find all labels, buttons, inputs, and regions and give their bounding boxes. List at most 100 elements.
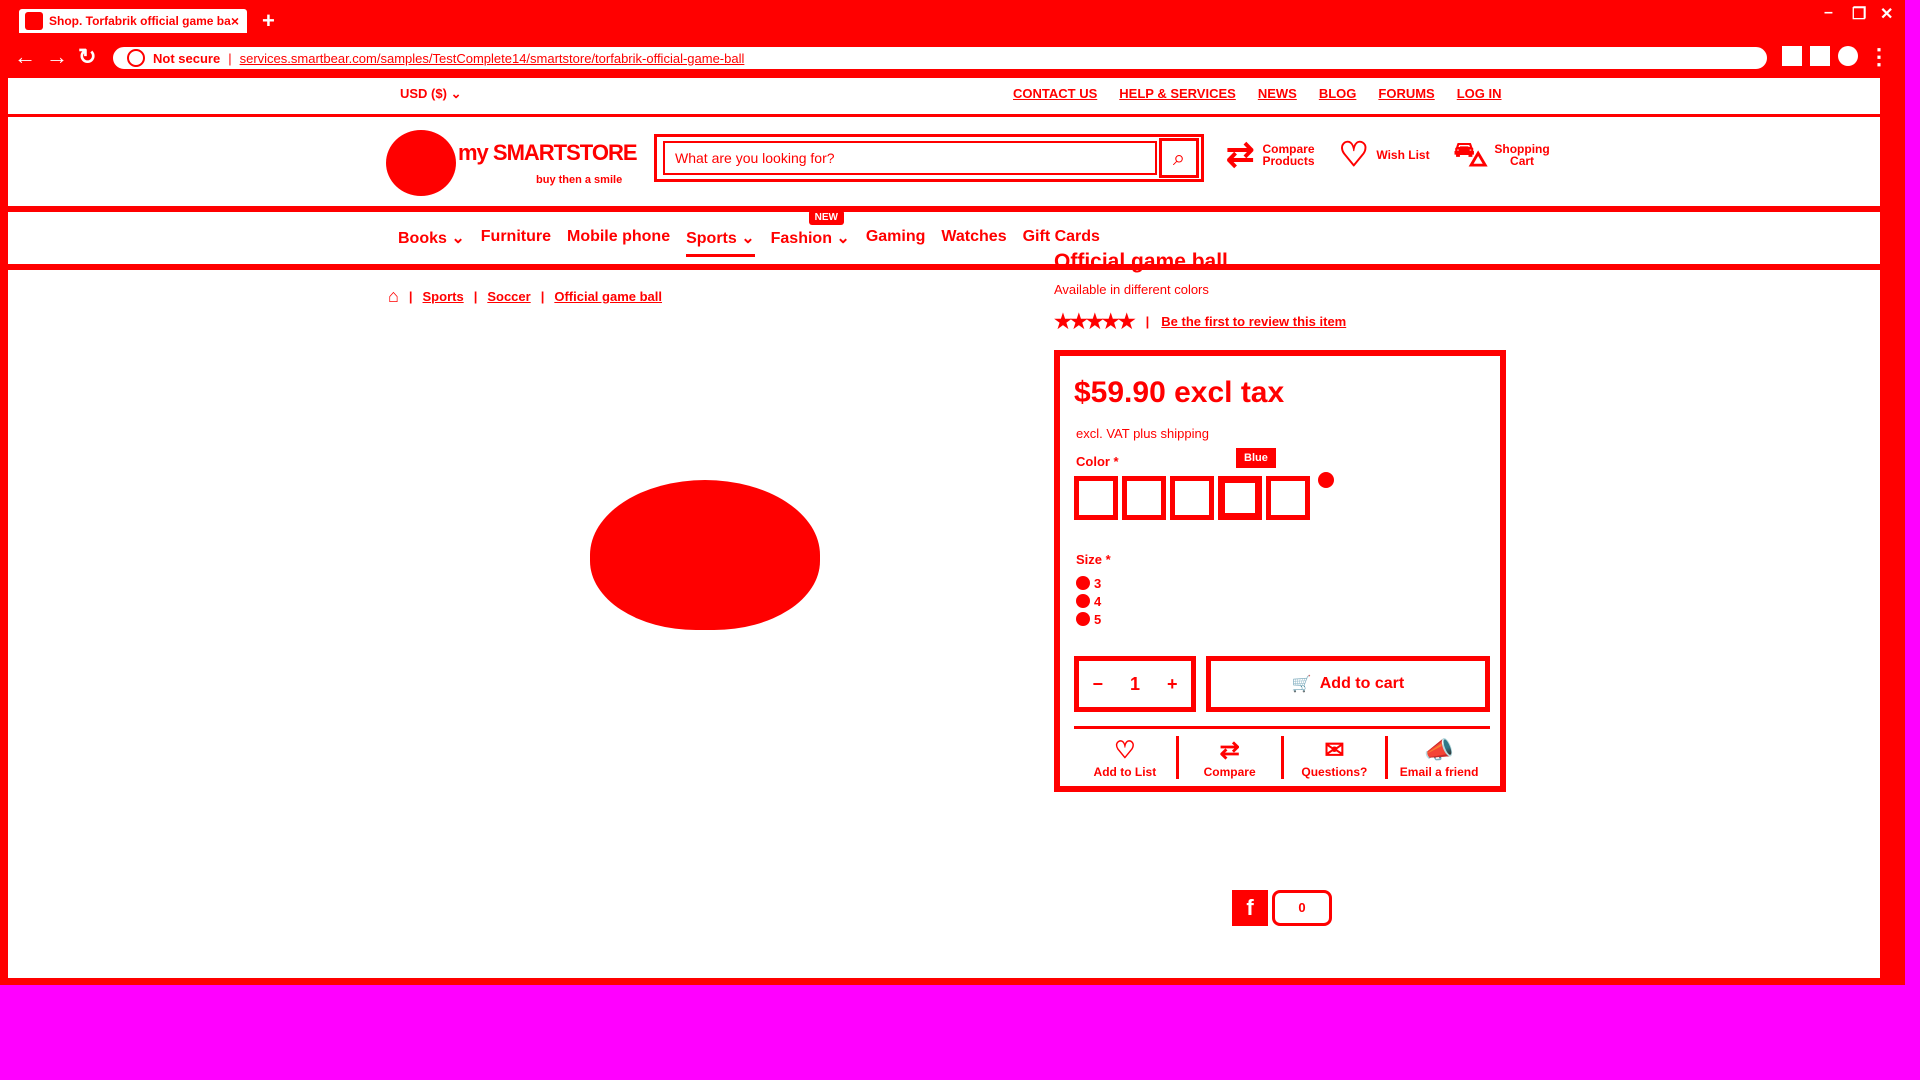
forward-icon[interactable]: → [46, 44, 68, 70]
menu-item-mobile-phone[interactable]: Mobile phone [567, 228, 670, 257]
new-tab-button[interactable]: + [262, 8, 275, 34]
size-label: Size * [1076, 552, 1111, 567]
close-window-icon[interactable]: ✕ [1880, 4, 1893, 24]
cart-link[interactable]: ⛍ Shopping Cart [1453, 138, 1550, 172]
product-title: Official game ball [1054, 250, 1228, 273]
color-swatch[interactable] [1122, 476, 1166, 520]
breadcrumb-soccer[interactable]: Soccer [487, 289, 530, 304]
cart-label: Shopping Cart [1494, 142, 1550, 168]
maximize-icon[interactable]: ❐ [1852, 4, 1866, 24]
wishlist-link[interactable]: ♡ Wish List [1339, 138, 1431, 172]
qty-decrease-button[interactable]: − [1092, 674, 1103, 695]
header-icons: ⇄ Compare Products ♡ Wish List ⛍ Shoppin… [1226, 138, 1550, 172]
back-icon[interactable]: ← [14, 44, 36, 70]
add-to-cart-button[interactable]: 🛒 Add to cart [1206, 656, 1490, 712]
size-option-3[interactable]: 3 [1076, 574, 1101, 592]
menu-label: Gift Cards [1022, 228, 1100, 245]
size-value: 4 [1094, 593, 1102, 609]
cart-icon: 🛒 [1291, 676, 1312, 693]
news-link[interactable]: NEWS [1258, 86, 1297, 101]
currency-selector[interactable]: USD ($) ⌄ [400, 86, 461, 102]
reload-icon[interactable]: ↻ [78, 44, 96, 70]
color-swatch[interactable] [1074, 476, 1118, 520]
new-badge: NEW [808, 210, 844, 225]
browser-tab[interactable]: Shop. Torfabrik official game ball × [16, 6, 250, 36]
menu-item-furniture[interactable]: Furniture [481, 228, 551, 257]
qty-increase-button[interactable]: + [1167, 674, 1178, 695]
action-label: Questions? [1301, 765, 1368, 779]
site-logo[interactable]: my SMARTSTORE buy then a smile [386, 130, 646, 200]
qty-input[interactable]: 1 [1130, 674, 1140, 695]
size-option-4[interactable]: 4 [1076, 592, 1101, 610]
help-services-link[interactable]: HELP & SERVICES [1119, 86, 1236, 101]
buy-box: $59.90 excl tax excl. VAT plus shipping … [1054, 350, 1506, 792]
product-price: $59.90 excl tax [1074, 376, 1285, 409]
extension-icon[interactable] [1782, 46, 1802, 66]
site-header: my SMARTSTORE buy then a smile ⌕ ⇄ Compa… [8, 116, 1880, 212]
action-label: Compare [1203, 765, 1256, 779]
action-label: Add to List [1093, 765, 1157, 779]
currency-label: USD ($) [400, 86, 447, 101]
color-tooltip: Blue [1236, 448, 1276, 468]
size-option-5[interactable]: 5 [1076, 610, 1101, 628]
search-input[interactable] [663, 141, 1157, 175]
heart-icon: ♡ [1338, 136, 1369, 174]
address-bar-row: ← → ↻ Not secure | services.smartbear.co… [0, 38, 1905, 78]
blog-link[interactable]: BLOG [1319, 86, 1357, 101]
breadcrumb-sports[interactable]: Sports [423, 289, 464, 304]
menu-item-sports[interactable]: Sports ⌄ [686, 228, 755, 257]
forums-link[interactable]: FORUMS [1378, 86, 1434, 101]
breadcrumb-separator: | [540, 289, 545, 304]
menu-label: Furniture [480, 228, 551, 245]
compare-icon: ⇄ [1226, 136, 1255, 174]
menu-item-gaming[interactable]: Gaming [866, 228, 926, 257]
menu-item-books[interactable]: Books ⌄ [398, 228, 465, 257]
product-rating: ★★★★★ | Be the first to review this item [1054, 309, 1514, 334]
menu-item-fashion[interactable]: NEW Fashion ⌄ [771, 210, 850, 257]
compare-button[interactable]: ⇄ Compare [1179, 736, 1284, 779]
log-in-link[interactable]: LOG IN [1457, 86, 1502, 101]
tab-strip: Shop. Torfabrik official game ball × + –… [0, 0, 1905, 38]
not-secure-icon[interactable] [127, 49, 145, 67]
color-label: Color * [1076, 454, 1119, 469]
menu-item-watches[interactable]: Watches [941, 228, 1006, 257]
browser-window: Shop. Torfabrik official game ball × + –… [0, 0, 1905, 985]
url-text[interactable]: services.smartbear.com/samples/TestCompl… [240, 51, 745, 66]
menu-label: Mobile phone [566, 228, 671, 245]
breadcrumb-separator: | [473, 289, 478, 304]
selected-check-icon [1318, 472, 1334, 488]
search-button[interactable]: ⌕ [1159, 138, 1199, 178]
color-swatches [1074, 476, 1310, 520]
color-swatch[interactable] [1266, 476, 1310, 520]
minimize-icon[interactable]: – [1824, 4, 1833, 22]
breadcrumb-separator: | [408, 289, 413, 304]
size-value: 5 [1094, 611, 1102, 627]
extension-icon-2[interactable] [1810, 46, 1830, 66]
contact-us-link[interactable]: CONTACT US [1013, 86, 1097, 101]
tab-title: Shop. Torfabrik official game ball [49, 14, 231, 28]
action-label: Email a friend [1399, 765, 1479, 779]
home-icon[interactable]: ⌂ [388, 286, 399, 307]
color-swatch-blue[interactable] [1218, 476, 1262, 520]
product-image[interactable] [590, 480, 820, 630]
quantity-stepper: − 1 + [1074, 656, 1196, 712]
heart-icon: ♡ [1114, 737, 1136, 764]
omnibox[interactable]: Not secure | services.smartbear.com/samp… [110, 44, 1770, 72]
main-menu: Books ⌄ Furniture Mobile phone Sports ⌄ … [8, 210, 1880, 270]
web-page: USD ($) ⌄ CONTACT US HELP & SERVICES NEW… [8, 78, 1880, 978]
color-swatch[interactable] [1170, 476, 1214, 520]
review-link[interactable]: Be the first to review this item [1161, 314, 1346, 329]
browser-menu-icon[interactable]: ⋮ [1868, 44, 1890, 70]
profile-icon[interactable] [1838, 46, 1858, 66]
envelope-icon: ✉ [1324, 737, 1345, 764]
email-friend-button[interactable]: 📣 Email a friend [1388, 736, 1490, 779]
facebook-icon[interactable]: f [1232, 890, 1268, 926]
shopping-bag-icon: ⛍ [1452, 136, 1489, 174]
close-tab-icon[interactable]: × [231, 13, 239, 29]
compare-products-link[interactable]: ⇄ Compare Products [1226, 138, 1317, 172]
breadcrumb-current: Official game ball [554, 289, 662, 304]
questions-button[interactable]: ✉ Questions? [1284, 736, 1389, 779]
product-subtitle: Available in different colors [1054, 282, 1209, 297]
add-to-list-button[interactable]: ♡ Add to List [1074, 736, 1179, 779]
top-links: CONTACT US HELP & SERVICES NEWS BLOG FOR… [1013, 86, 1502, 101]
